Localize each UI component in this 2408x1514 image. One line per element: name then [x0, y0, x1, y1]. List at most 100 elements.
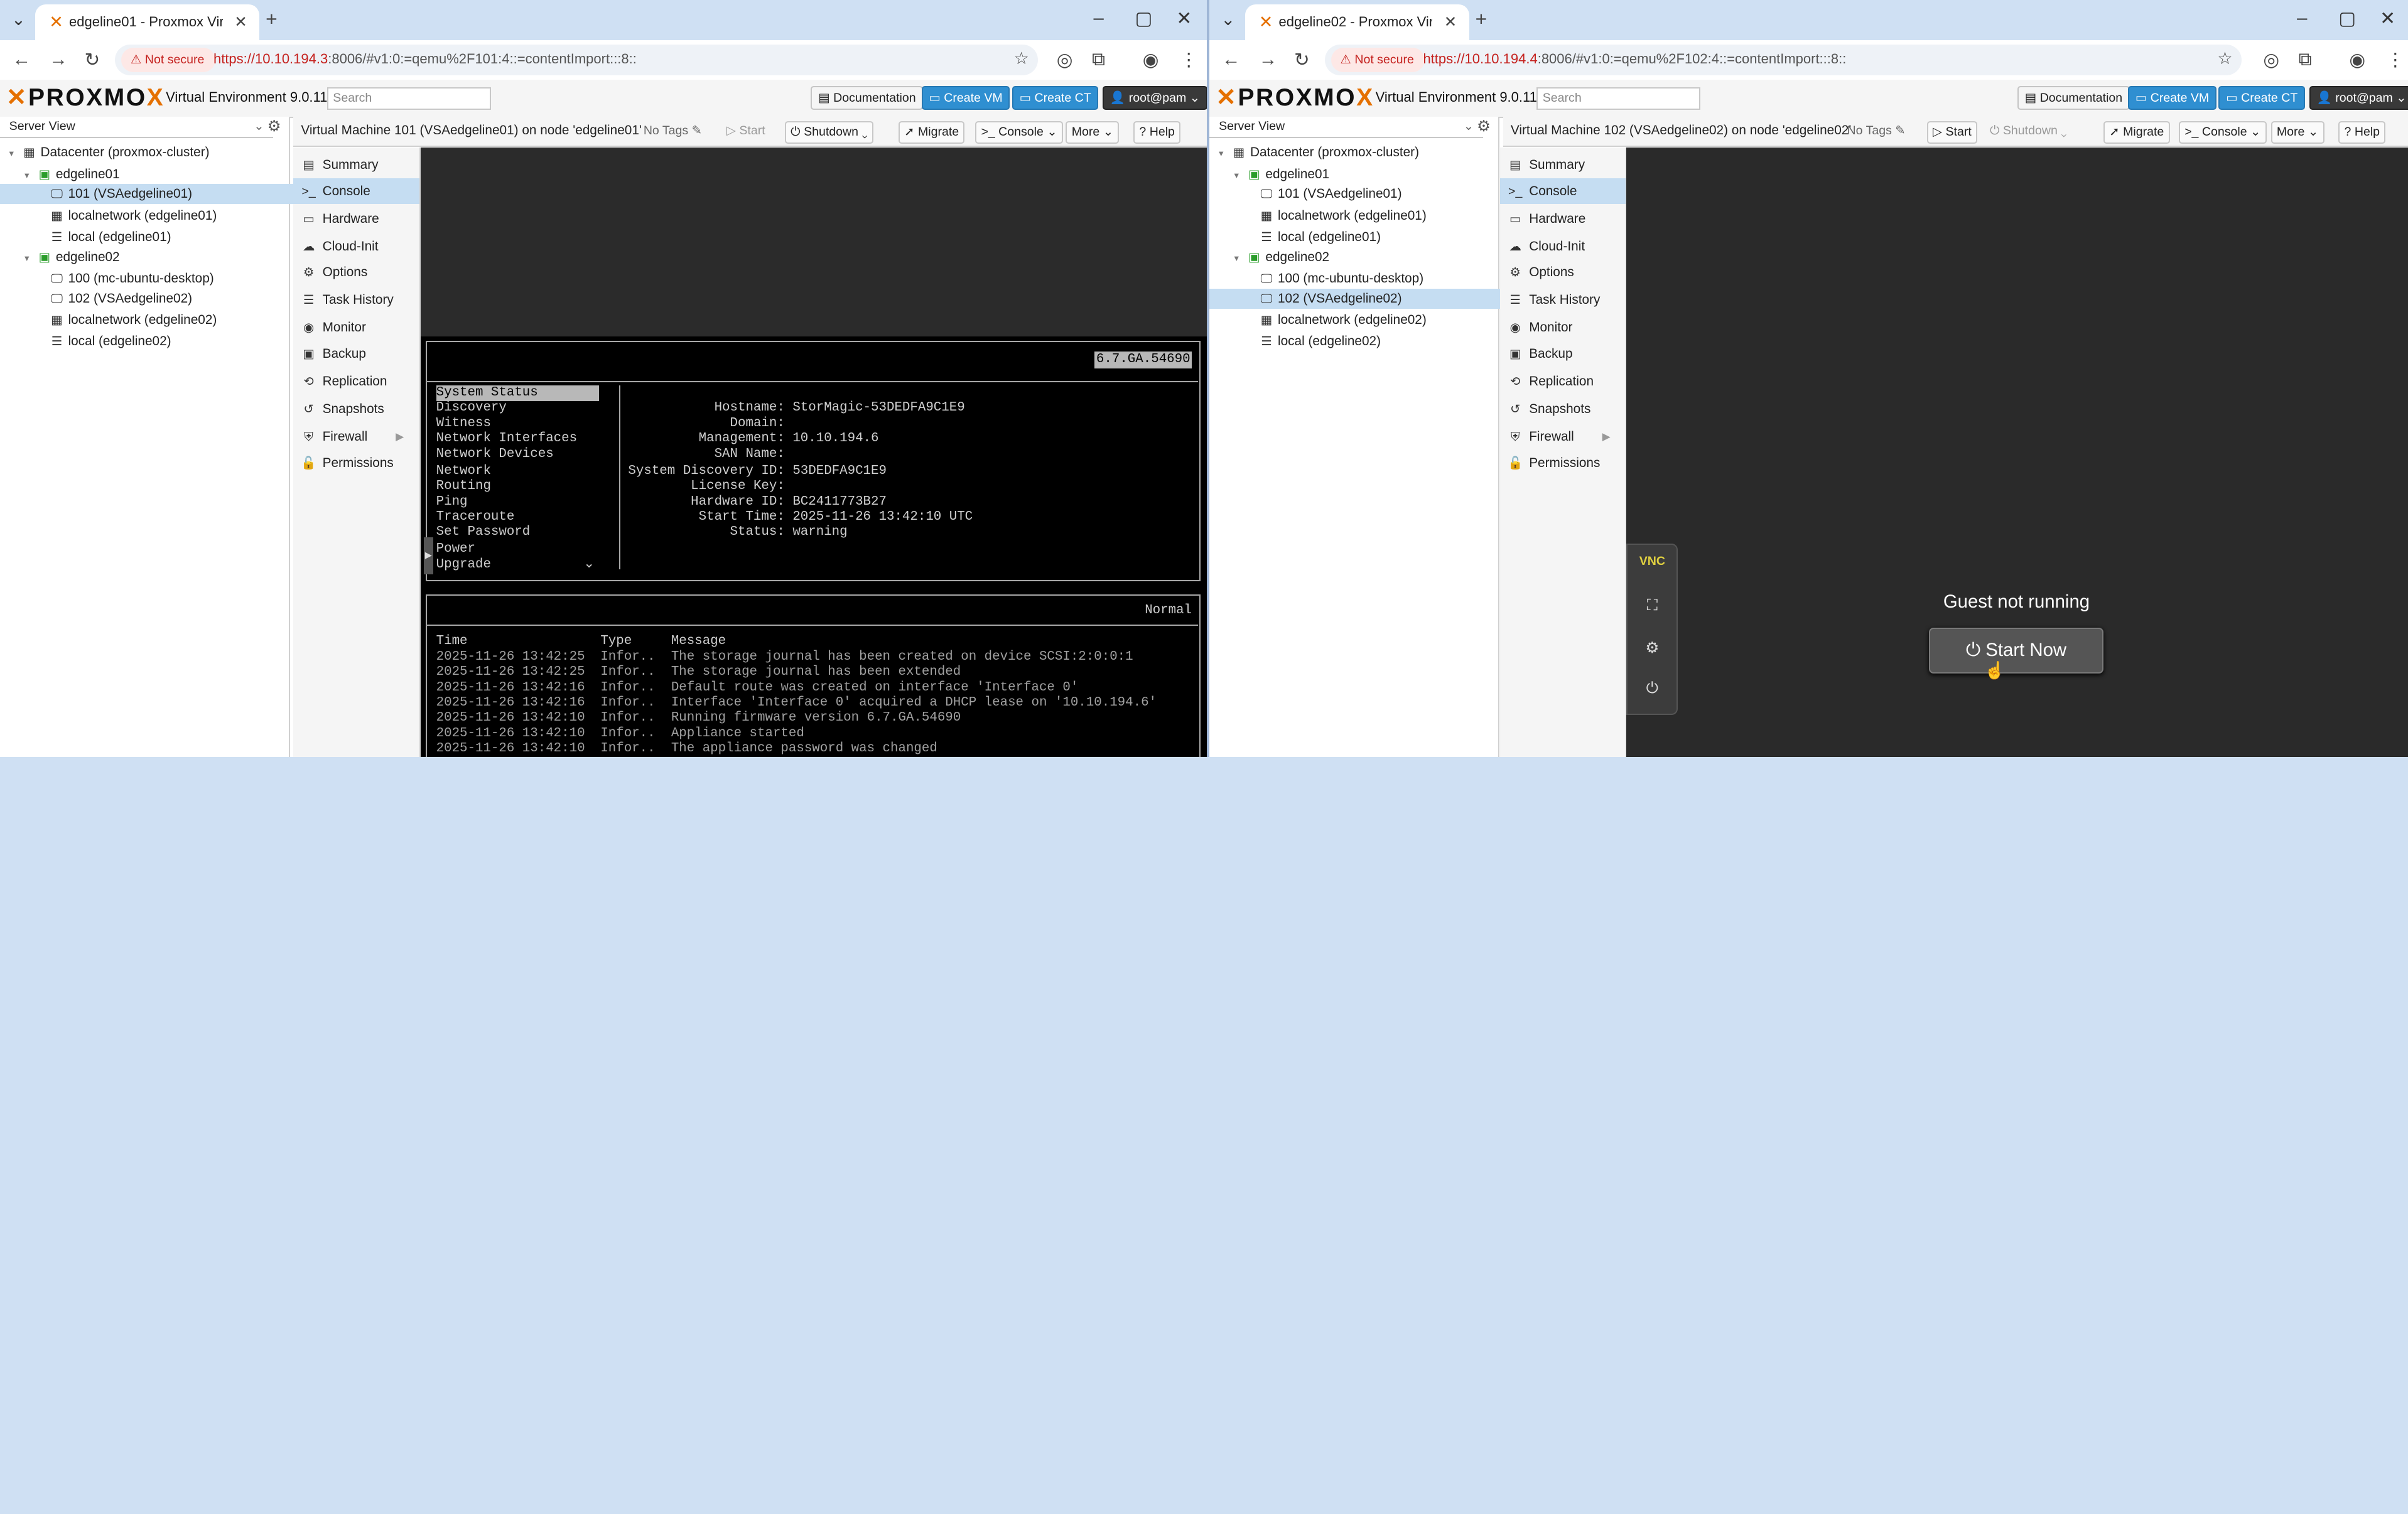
tree-vm-101[interactable]: 🖵 101 (VSAedgeline01)	[0, 184, 338, 205]
shutdown-button[interactable]: ⏻ Shutdown ⌄	[1990, 121, 2067, 141]
tree-node-edgeline02[interactable]: ▾ ▣ edgeline02	[1209, 247, 1523, 267]
minimize-icon[interactable]: –	[1093, 8, 1103, 29]
tree-localnetwork-edgeline01[interactable]: ▦ localnetwork (edgeline01)	[1209, 206, 1547, 226]
tree-vm-102[interactable]: 🖵 102 (VSAedgeline02)	[1209, 288, 1548, 309]
puzzle-icon[interactable]: ⧉	[2299, 49, 2312, 70]
menu-task-history[interactable]: ☰ Task History	[1500, 287, 1626, 313]
tree-node-edgeline01[interactable]: ▾ ▣ edgeline01	[1209, 164, 1523, 185]
menu-permissions[interactable]: 🔓 Permissions	[1500, 450, 1626, 476]
menu-firewall[interactable]: ⛨ Firewall ▶	[1500, 424, 1626, 450]
browser-tab[interactable]: ✕ edgeline02 - Proxmox Virtual E ✕	[1244, 4, 1469, 40]
address-bar[interactable]: ⚠ Not secure https://10.10.194.3:8006/#v…	[115, 44, 1039, 75]
more-button[interactable]: More ⌄	[2270, 121, 2324, 144]
back-icon[interactable]: ←	[1222, 49, 1240, 70]
terminal-menu-item[interactable]: Power	[436, 542, 475, 557]
menu-hardware[interactable]: ▭ Hardware	[1500, 206, 1626, 232]
tree-localnetwork-edgeline02[interactable]: ▦ localnetwork (edgeline02)	[1209, 310, 1547, 330]
maximize-icon[interactable]: ▢	[1135, 8, 1153, 30]
create-vm-button[interactable]: ▭ Create VM	[921, 85, 1010, 110]
close-window-icon[interactable]: ✕	[1177, 8, 1192, 30]
menu-options[interactable]: ⚙ Options	[1500, 259, 1626, 286]
terminal-menu-item[interactable]: Discovery	[436, 400, 507, 416]
tree-node-edgeline01[interactable]: ▾ ▣ edgeline01	[0, 164, 313, 185]
browser-tab[interactable]: ✕ edgeline01 - Proxmox Virtual E ✕	[35, 4, 260, 40]
terminal-menu-item[interactable]: Routing	[436, 479, 491, 495]
tree-local-edgeline01[interactable]: ☰ local (edgeline01)	[1209, 227, 1547, 247]
console-sidebar-toggle[interactable]: ▶	[424, 537, 433, 574]
menu-snapshots[interactable]: ↺ Snapshots	[293, 396, 419, 422]
menu-monitor[interactable]: ◉ Monitor	[1500, 314, 1626, 341]
start-now-button[interactable]: ⏻ Start Now	[1929, 628, 2103, 674]
create-ct-button[interactable]: ▭ Create CT	[1012, 85, 1099, 110]
browser-menu-icon[interactable]: ⋮	[1179, 49, 1197, 71]
no-tags[interactable]: No Tags ✎	[644, 121, 702, 141]
profile-avatar-icon[interactable]: ◉	[1143, 49, 1159, 71]
fullscreen-icon[interactable]: ⛶	[1628, 597, 1676, 615]
help-button[interactable]: ? Help	[2338, 121, 2386, 144]
reload-icon[interactable]: ↻	[85, 49, 100, 71]
browser-menu-icon[interactable]: ⋮	[2386, 49, 2404, 71]
maximize-icon[interactable]: ▢	[2338, 8, 2356, 30]
menu-cloud-init[interactable]: ☁ Cloud-Init	[293, 234, 419, 260]
terminal-menu-item[interactable]: Network	[436, 464, 491, 480]
bookmark-star-icon[interactable]: ☆	[2217, 49, 2232, 68]
create-vm-button[interactable]: ▭ Create VM	[2128, 85, 2216, 110]
terminal-menu-item[interactable]: Upgrade	[436, 557, 491, 573]
not-secure-badge[interactable]: ⚠ Not secure	[1331, 47, 1425, 72]
migrate-button[interactable]: ➚ Migrate	[2103, 121, 2170, 144]
url-text[interactable]: https://10.10.194.4:8006/#v1:0:=qemu%2F1…	[1423, 51, 1846, 67]
user-menu-button[interactable]: 👤 root@pam ⌄	[2309, 85, 2408, 110]
tree-local-edgeline02[interactable]: ☰ local (edgeline02)	[0, 331, 338, 352]
tree-datacenter[interactable]: ▾ ▦ Datacenter (proxmox-cluster)	[0, 142, 298, 163]
start-button[interactable]: ▷ Start	[726, 121, 765, 141]
menu-console[interactable]: >_ Console	[293, 178, 419, 205]
more-button[interactable]: More ⌄	[1066, 121, 1120, 144]
console-button[interactable]: >_ Console ⌄	[975, 121, 1064, 144]
close-tab-icon[interactable]: ✕	[1444, 13, 1457, 31]
user-menu-button[interactable]: 👤 root@pam ⌄	[1103, 85, 1207, 110]
menu-cloud-init[interactable]: ☁ Cloud-Init	[1500, 234, 1626, 260]
close-tab-icon[interactable]: ✕	[234, 13, 247, 31]
terminal-menu-item[interactable]: System Status	[436, 385, 599, 401]
extension-icon[interactable]: ◎	[2263, 49, 2279, 71]
menu-monitor[interactable]: ◉ Monitor	[293, 314, 419, 341]
address-bar[interactable]: ⚠ Not secure https://10.10.194.4:8006/#v…	[1324, 44, 2242, 75]
power-icon[interactable]: ⏻	[1628, 680, 1676, 697]
menu-options[interactable]: ⚙ Options	[293, 259, 419, 286]
menu-task-history[interactable]: ☰ Task History	[293, 287, 419, 313]
menu-hardware[interactable]: ▭ Hardware	[293, 206, 419, 232]
documentation-button[interactable]: ▤ Documentation	[811, 85, 924, 110]
menu-summary[interactable]: ▤ Summary	[293, 152, 419, 178]
back-icon[interactable]: ←	[13, 49, 31, 70]
terminal-menu-item[interactable]: Set Password	[436, 525, 531, 540]
search-input[interactable]: Search	[327, 87, 491, 110]
terminal-menu-item[interactable]: Network Interfaces	[436, 431, 577, 447]
tab-search-icon[interactable]: ⌄	[6, 8, 31, 32]
forward-icon[interactable]: →	[49, 49, 67, 70]
terminal-menu-item[interactable]: Network Devices	[436, 447, 554, 463]
tree-node-edgeline02[interactable]: ▾ ▣ edgeline02	[0, 247, 313, 267]
tree-vm-101[interactable]: 🖵 101 (VSAedgeline01)	[1209, 184, 1547, 204]
help-button[interactable]: ? Help	[1133, 121, 1181, 144]
menu-snapshots[interactable]: ↺ Snapshots	[1500, 396, 1626, 422]
tree-localnetwork-edgeline01[interactable]: ▦ localnetwork (edgeline01)	[0, 206, 338, 226]
tree-localnetwork-edgeline02[interactable]: ▦ localnetwork (edgeline02)	[0, 310, 338, 330]
reload-icon[interactable]: ↻	[1294, 49, 1310, 71]
new-tab-icon[interactable]: +	[1476, 8, 1487, 31]
menu-replication[interactable]: ⟲ Replication	[293, 368, 419, 395]
terminal-menu-item[interactable]: Witness	[436, 416, 491, 432]
terminal-menu-item[interactable]: Ping	[436, 495, 468, 510]
console-button[interactable]: >_ Console ⌄	[2178, 121, 2267, 144]
minimize-icon[interactable]: –	[2297, 8, 2307, 29]
search-input[interactable]: Search	[1536, 87, 1701, 110]
menu-replication[interactable]: ⟲ Replication	[1500, 368, 1626, 395]
tree-local-edgeline02[interactable]: ☰ local (edgeline02)	[1209, 331, 1547, 352]
menu-console[interactable]: >_ Console	[1499, 178, 1626, 205]
new-tab-icon[interactable]: +	[266, 8, 278, 31]
menu-backup[interactable]: ▣ Backup	[1500, 341, 1626, 367]
server-view-select[interactable]: Server View ⌄	[0, 117, 274, 138]
url-text[interactable]: https://10.10.194.3:8006/#v1:0:=qemu%2F1…	[213, 51, 637, 67]
no-tags[interactable]: No Tags ✎	[1847, 121, 1906, 141]
tab-search-icon[interactable]: ⌄	[1216, 8, 1240, 32]
shutdown-button[interactable]: ⏻ Shutdown ⌄	[784, 121, 874, 144]
